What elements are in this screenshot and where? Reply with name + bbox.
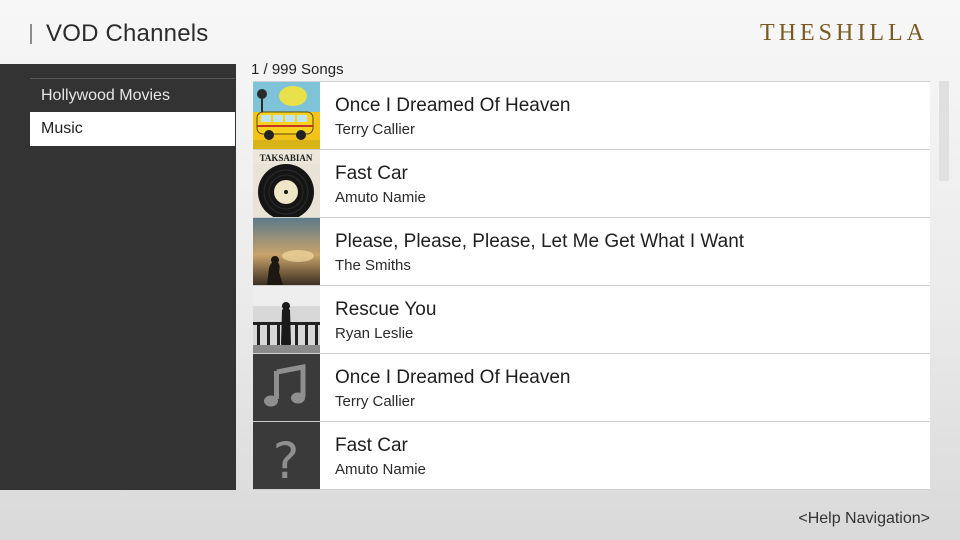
question-mark-icon: ?	[253, 422, 320, 489]
music-note-icon	[253, 354, 320, 421]
svg-text:?: ?	[273, 432, 300, 489]
song-title: Please, Please, Please, Let Me Get What …	[335, 231, 745, 252]
song-title: Once I Dreamed Of Heaven	[335, 367, 571, 388]
song-title: Fast Car	[335, 435, 408, 456]
song-row[interactable]: Rescue You Ryan Leslie	[253, 286, 930, 354]
song-row[interactable]: Once I Dreamed Of Heaven Terry Callier	[253, 82, 930, 150]
sidebar: Hollywood Movies Music	[0, 64, 236, 490]
yellow-van-album-art	[253, 82, 320, 149]
list-scrollbar[interactable]	[939, 81, 949, 490]
song-row[interactable]: Once I Dreamed Of Heaven Terry Callier	[253, 354, 930, 422]
song-row[interactable]: ? Fast Car Amuto Namie	[253, 422, 930, 490]
sidebar-item-music[interactable]: Music	[30, 112, 235, 146]
song-artist: Ryan Leslie	[335, 325, 414, 342]
bw-balcony-album-art	[253, 286, 320, 353]
brand-logo: THESHILLA	[760, 20, 928, 46]
song-title: Once I Dreamed Of Heaven	[335, 95, 571, 116]
sidebar-item-hollywood-movies[interactable]: Hollywood Movies	[30, 78, 235, 112]
title-divider	[30, 24, 32, 44]
song-row[interactable]: Please, Please, Please, Let Me Get What …	[253, 218, 930, 286]
song-list: Once I Dreamed Of Heaven Terry Callier T…	[253, 81, 930, 490]
header: VOD Channels THESHILLA	[0, 0, 960, 64]
song-artist: Amuto Namie	[335, 461, 426, 478]
song-row[interactable]: TAKSABIAN Fast Car Amuto Namie	[253, 150, 930, 218]
song-artist: Terry Callier	[335, 121, 416, 138]
svg-text:TAKSABIAN: TAKSABIAN	[260, 153, 313, 163]
song-artist: Terry Callier	[335, 393, 416, 410]
vinyl-record-album-art: TAKSABIAN	[253, 150, 320, 217]
song-artist: Amuto Namie	[335, 189, 426, 206]
sunset-silhouette-album-art	[253, 218, 320, 285]
page-title: VOD Channels	[46, 20, 209, 47]
scrollbar-thumb[interactable]	[939, 81, 949, 181]
help-navigation-link[interactable]: <Help Navigation>	[798, 510, 930, 528]
song-count: 1 / 999 Songs	[251, 61, 344, 78]
song-title: Rescue You	[335, 299, 437, 320]
song-artist: The Smiths	[335, 257, 411, 274]
song-title: Fast Car	[335, 163, 408, 184]
